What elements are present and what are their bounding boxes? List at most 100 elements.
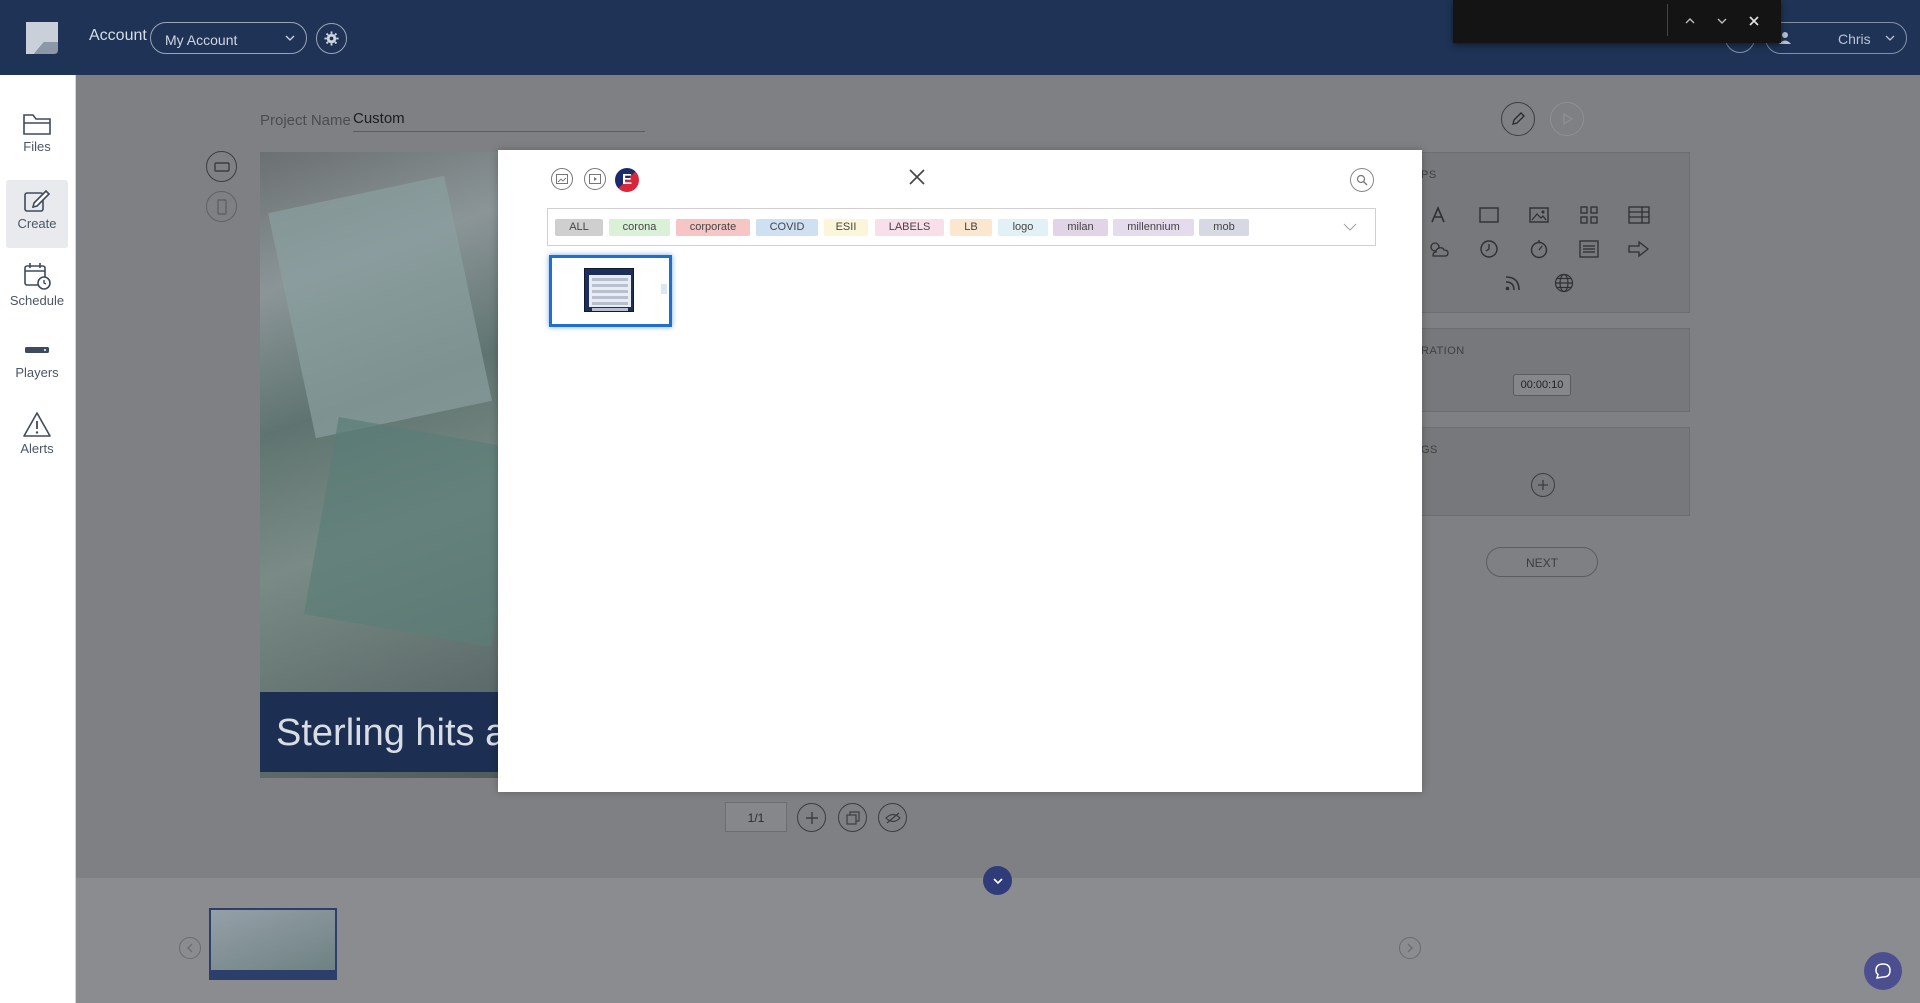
globe-icon: [1554, 273, 1574, 293]
chevron-down-icon: [1885, 35, 1895, 41]
sidebar-item-files[interactable]: Files: [6, 105, 68, 173]
web-tool[interactable]: [1549, 270, 1579, 296]
portrait-icon: [216, 198, 227, 215]
rss-tool[interactable]: [1498, 270, 1528, 296]
media-search-button[interactable]: [1350, 168, 1374, 192]
next-button[interactable]: NEXT: [1486, 547, 1598, 577]
page-counter: 1/1: [725, 802, 787, 832]
tag-filter-bar: ALL corona corporate COVID ESII LABELS L…: [547, 208, 1376, 246]
tag-filter-logo[interactable]: logo: [998, 219, 1048, 236]
table-tool[interactable]: [1624, 202, 1654, 228]
tag-filter-milan[interactable]: milan: [1053, 219, 1108, 236]
close-icon[interactable]: [907, 167, 927, 187]
grid-tool[interactable]: [1574, 202, 1604, 228]
chat-button[interactable]: [1864, 952, 1902, 990]
stopwatch-icon: [1530, 240, 1548, 259]
slide-canvas[interactable]: Sterling hits a: [260, 152, 500, 778]
chevron-down-icon: [992, 877, 1003, 884]
shape-tool[interactable]: [1474, 202, 1504, 228]
tag-filter-lb[interactable]: LB: [950, 219, 992, 236]
media-asset-tile[interactable]: [549, 255, 672, 327]
sidebar-item-players[interactable]: Players: [6, 331, 68, 399]
sidebar-item-label: Schedule: [9, 293, 65, 308]
plus-icon: [805, 811, 818, 824]
find-bar-divider: [1667, 4, 1668, 36]
video-source-button[interactable]: [584, 168, 606, 190]
add-page-button[interactable]: [797, 803, 826, 832]
duration-input[interactable]: 00:00:10: [1513, 374, 1571, 396]
duration-panel: RATION: [1420, 328, 1690, 412]
landscape-icon: [213, 161, 230, 172]
tag-filter-esii[interactable]: ESII: [824, 219, 868, 236]
account-select-value: My Account: [165, 32, 238, 48]
find-previous-button[interactable]: [1680, 11, 1700, 31]
add-tag-button[interactable]: [1531, 473, 1555, 497]
page-filmstrip: [76, 878, 1920, 1003]
account-label: Account: [89, 27, 147, 44]
clock-icon: [1480, 240, 1498, 258]
asset-preview-table: [589, 275, 631, 311]
folder-icon: [23, 114, 51, 135]
tag-filter-corporate[interactable]: corporate: [676, 219, 750, 236]
chevron-up-icon: [1685, 18, 1695, 24]
canvas-background-image: [268, 175, 492, 439]
tag-filter-mob[interactable]: mob: [1199, 219, 1249, 236]
asset-thumbnail: [584, 268, 634, 312]
text-icon: [1431, 206, 1445, 223]
sidebar-item-schedule[interactable]: Schedule: [6, 255, 68, 323]
collapse-filmstrip-button[interactable]: [983, 866, 1012, 895]
arrow-tool[interactable]: [1624, 236, 1654, 262]
image-source-button[interactable]: [551, 168, 573, 190]
project-name-input[interactable]: Custom: [353, 110, 645, 132]
find-bar: [1453, 0, 1781, 43]
tag-filter-covid[interactable]: COVID: [756, 219, 818, 236]
edit-mode-button[interactable]: [1501, 102, 1535, 136]
play-icon: [1563, 112, 1574, 126]
plus-icon: [1538, 480, 1548, 490]
tag-filter-millennium[interactable]: millennium: [1113, 219, 1194, 236]
settings-button[interactable]: [316, 23, 347, 54]
tags-panel: GS: [1420, 427, 1690, 516]
app-logo: [26, 22, 58, 54]
weather-tool[interactable]: [1423, 236, 1453, 262]
timer-tool[interactable]: [1524, 236, 1554, 262]
sidebar-item-create[interactable]: Create: [6, 180, 68, 248]
text-tool[interactable]: [1423, 202, 1453, 228]
rectangle-icon: [1479, 207, 1499, 223]
filmstrip-thumbnail[interactable]: [209, 908, 337, 980]
thumbnail-headline-bar: [211, 970, 335, 978]
hide-page-button[interactable]: [878, 803, 907, 832]
preview-button[interactable]: [1550, 102, 1584, 136]
tag-filter-corona[interactable]: corona: [609, 219, 670, 236]
find-next-button[interactable]: [1712, 11, 1732, 31]
chat-bubble-icon: [1875, 963, 1891, 979]
filmstrip-prev-button[interactable]: [179, 937, 201, 959]
landscape-button[interactable]: [206, 151, 237, 182]
eye-off-icon: [884, 812, 901, 823]
image-tool[interactable]: [1524, 202, 1554, 228]
filmstrip-next-button[interactable]: [1399, 937, 1421, 959]
video-icon: [589, 174, 601, 184]
slide-headline[interactable]: Sterling hits a: [260, 692, 500, 772]
apps-panel-label: PS: [1421, 169, 1437, 181]
tags-panel-label: GS: [1421, 444, 1438, 456]
clock-tool[interactable]: [1474, 236, 1504, 262]
pencil-icon: [1512, 112, 1525, 125]
warning-icon: [23, 412, 51, 437]
brand-logo-button[interactable]: E: [615, 168, 639, 192]
account-select[interactable]: My Account: [150, 22, 307, 54]
find-close-button[interactable]: [1744, 11, 1764, 31]
portrait-button[interactable]: [206, 191, 237, 222]
tag-filter-labels[interactable]: LABELS: [875, 219, 944, 236]
sidebar-item-label: Files: [23, 139, 51, 154]
tag-filter-all[interactable]: ALL: [555, 219, 603, 236]
duplicate-page-button[interactable]: [838, 803, 867, 832]
expand-tags-icon[interactable]: [1343, 222, 1357, 232]
asset-tile-handle: [661, 284, 667, 294]
gear-icon: [324, 31, 339, 46]
chevron-down-icon: [1717, 18, 1727, 24]
user-menu[interactable]: Chris: [1765, 22, 1907, 54]
sidebar-item-alerts[interactable]: Alerts: [6, 405, 68, 473]
sidebar-item-label: Create: [17, 216, 57, 231]
list-tool[interactable]: [1574, 236, 1604, 262]
